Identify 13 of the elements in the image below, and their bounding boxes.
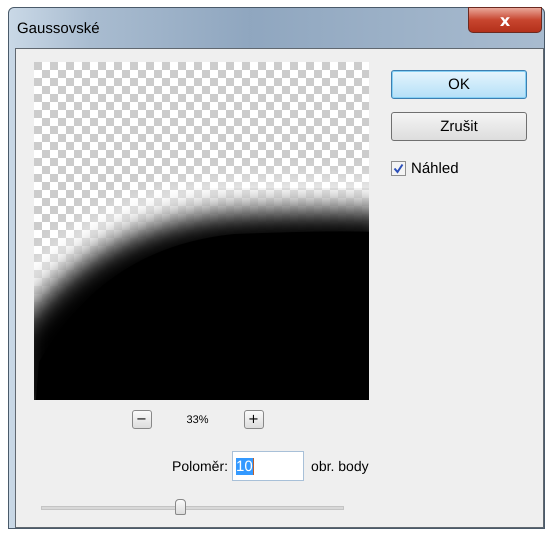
- zoom-out-button[interactable]: −: [132, 410, 152, 429]
- close-button[interactable]: x: [468, 7, 542, 33]
- unit-label: obr. body: [311, 458, 369, 474]
- window-title: Gaussovské: [17, 20, 100, 37]
- radius-label: Poloměr:: [172, 458, 228, 474]
- slider-thumb[interactable]: [175, 499, 186, 515]
- preview-checkbox[interactable]: [391, 161, 406, 176]
- cancel-button[interactable]: Zrušit: [391, 112, 527, 141]
- zoom-in-button[interactable]: +: [244, 410, 264, 429]
- ok-button[interactable]: OK: [391, 70, 527, 99]
- radius-slider[interactable]: [41, 499, 344, 515]
- zoom-level: 33%: [185, 414, 210, 426]
- preview-label: Náhled: [411, 160, 459, 177]
